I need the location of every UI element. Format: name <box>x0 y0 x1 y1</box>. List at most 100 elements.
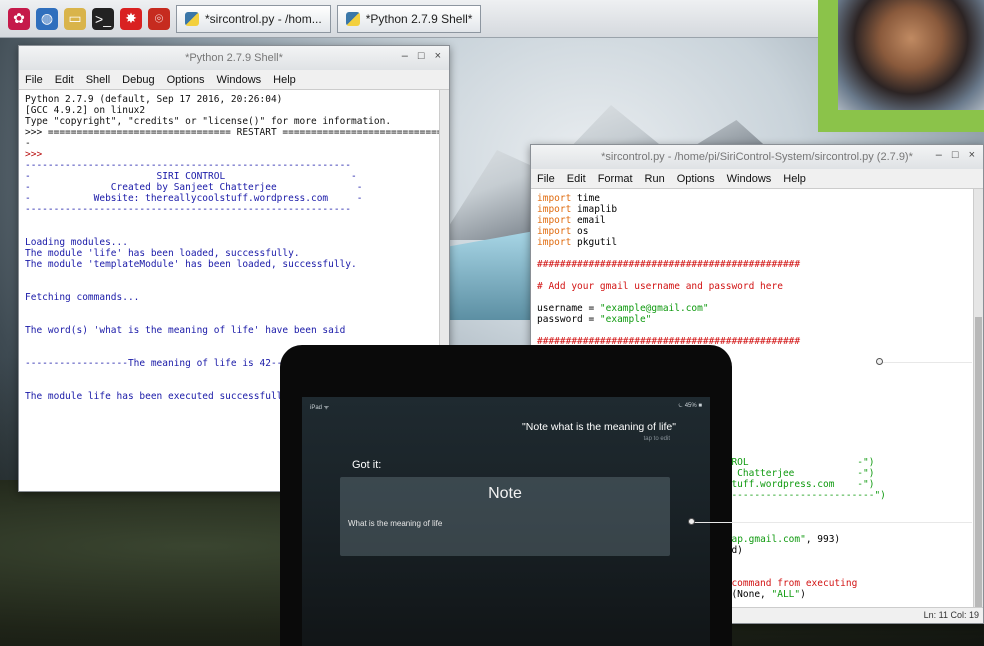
ipad-device: iPad ᯤ ⏾ 45% ■ "Note what is the meaning… <box>280 345 732 646</box>
wolfram-icon[interactable]: ⌾ <box>148 7 170 30</box>
callout-line <box>880 362 972 363</box>
code-text: username = <box>537 303 600 314</box>
menu-item-edit[interactable]: Edit <box>567 173 586 185</box>
editor-title: *sircontrol.py - /home/pi/SiriControl-Sy… <box>601 151 913 163</box>
shell-line: The module 'templateModule' has been loa… <box>25 259 357 270</box>
shell-line: Loading modules... <box>25 237 128 248</box>
shell-line: >>> <box>25 149 43 160</box>
code-keyword: import <box>537 237 572 248</box>
menu-item-debug[interactable]: Debug <box>122 74 154 86</box>
menu-item-options[interactable]: Options <box>167 74 205 86</box>
code-keyword: import <box>537 204 572 215</box>
shell-line: The module 'life' has been loaded, succe… <box>25 248 300 259</box>
menu-item-edit[interactable]: Edit <box>55 74 74 86</box>
shell-titlebar[interactable]: *Python 2.7.9 Shell* – □ × <box>19 46 449 70</box>
ipad-status-right: ⏾ 45% ■ <box>678 403 702 409</box>
shell-line: - Website: thereallycoolstuff.wordpress.… <box>25 193 363 204</box>
shell-line: Fetching commands... <box>25 292 140 303</box>
terminal-icon[interactable]: >_ <box>92 7 114 30</box>
siri-query: "Note what is the meaning of life" <box>522 421 676 433</box>
code-comment: # Add your gmail username and password h… <box>537 281 783 292</box>
code-line: # Add your gmail username and password h… <box>537 281 977 292</box>
code-keyword: import <box>537 215 572 226</box>
code-line: import imaplib <box>537 204 977 215</box>
note-card[interactable]: Note What is the meaning of life <box>340 477 670 556</box>
callout-line <box>692 522 972 523</box>
callout-dot <box>876 358 883 365</box>
menu-item-file[interactable]: File <box>25 74 43 86</box>
code-comment: ########################################… <box>537 259 801 270</box>
raspberry-menu-icon[interactable]: ✿ <box>8 7 30 30</box>
web-browser-icon[interactable]: ◍ <box>36 7 58 30</box>
code-line: import email <box>537 215 977 226</box>
python-icon <box>185 11 199 26</box>
shell-title: *Python 2.7.9 Shell* <box>185 52 283 64</box>
shell-line: ----------------------------------------… <box>25 160 352 171</box>
code-text: os <box>571 226 589 237</box>
tap-to-edit-link[interactable]: tap to edit <box>644 436 670 442</box>
menu-item-options[interactable]: Options <box>677 173 715 185</box>
author-photo <box>838 0 984 110</box>
close-button[interactable]: × <box>435 50 441 62</box>
menu-item-run[interactable]: Run <box>645 173 665 185</box>
ipad-status-left: iPad ᯤ <box>310 405 330 411</box>
code-keyword: import <box>537 193 572 204</box>
shell-line: - <box>25 138 31 149</box>
close-button[interactable]: × <box>969 149 975 161</box>
file-manager-icon[interactable]: ▭ <box>64 7 86 30</box>
menu-item-shell[interactable]: Shell <box>86 74 110 86</box>
siri-response-text: Got it: <box>352 459 382 471</box>
minimize-button[interactable]: – <box>402 50 408 62</box>
code-text: email <box>571 215 606 226</box>
maximize-button[interactable]: □ <box>418 50 425 62</box>
menu-item-help[interactable]: Help <box>783 173 806 185</box>
code-string: "example" <box>599 314 652 325</box>
code-text: imaplib <box>571 204 618 215</box>
code-text: , 993) <box>805 534 841 545</box>
code-text: password = <box>537 314 600 325</box>
shell-line: Type "copyright", "credits" or "license(… <box>25 116 392 127</box>
code-text: ) <box>800 589 806 600</box>
ipad-screen: iPad ᯤ ⏾ 45% ■ "Note what is the meaning… <box>302 397 710 646</box>
code-text: time <box>571 193 600 204</box>
shell-menubar: File Edit Shell Debug Options Windows Help <box>19 70 449 90</box>
editor-scrollbar[interactable] <box>973 189 983 609</box>
code-string: "example@gmail.com" <box>599 303 709 314</box>
shell-line: The word(s) 'what is the meaning of life… <box>25 325 346 336</box>
shell-line: >>> ================================ RES… <box>25 127 449 138</box>
taskbar: ✿ ◍ ▭ >_ ✸ ⌾ *sircontrol.py - /hom... *P… <box>0 0 830 38</box>
minimize-button[interactable]: – <box>936 149 942 161</box>
editor-titlebar[interactable]: *sircontrol.py - /home/pi/SiriControl-Sy… <box>531 145 983 169</box>
callout-dot <box>688 518 695 525</box>
code-line: import os <box>537 226 977 237</box>
code-text: pkgutil <box>571 237 618 248</box>
maximize-button[interactable]: □ <box>952 149 959 161</box>
editor-menubar: File Edit Format Run Options Windows Help <box>531 169 983 189</box>
shell-line: Python 2.7.9 (default, Sep 17 2016, 20:2… <box>25 94 283 105</box>
mathematica-icon[interactable]: ✸ <box>120 7 142 30</box>
python-icon <box>345 11 360 26</box>
code-line: import pkgutil <box>537 237 977 248</box>
menu-item-format[interactable]: Format <box>598 173 633 185</box>
menu-item-file[interactable]: File <box>537 173 555 185</box>
menu-item-help[interactable]: Help <box>273 74 296 86</box>
taskbar-task-shell[interactable]: *Python 2.7.9 Shell* <box>336 4 482 33</box>
code-line: ########################################… <box>537 259 977 270</box>
taskbar-task-label: *sircontrol.py - /hom... <box>205 11 322 26</box>
ipad-status-bar: iPad ᯤ ⏾ 45% ■ <box>302 403 710 411</box>
scrollbar-thumb[interactable] <box>975 317 982 607</box>
menu-item-windows[interactable]: Windows <box>727 173 772 185</box>
glacier-scenery <box>440 230 540 320</box>
code-line: import time <box>537 193 977 204</box>
menu-item-windows[interactable]: Windows <box>217 74 262 86</box>
taskbar-task-editor[interactable]: *sircontrol.py - /hom... <box>176 4 331 33</box>
